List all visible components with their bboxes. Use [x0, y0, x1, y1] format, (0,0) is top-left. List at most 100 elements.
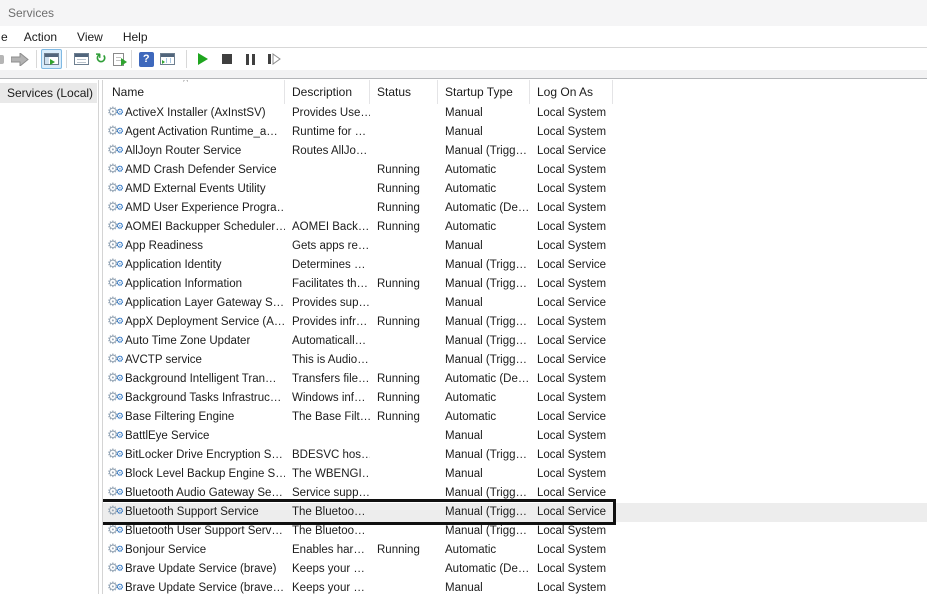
service-description: Runtime for …: [285, 123, 370, 142]
pause-service-icon: [246, 54, 255, 65]
service-name: AMD External Events Utility: [125, 180, 266, 199]
column-header-log-on-as[interactable]: Log On As: [530, 80, 613, 104]
service-row[interactable]: ⚙⚙ Application Layer Gateway S… Provides…: [103, 294, 927, 313]
service-name: Application Information: [125, 275, 242, 294]
forward-arrow-icon[interactable]: [8, 49, 32, 69]
service-startup-type: Automatic (De…: [438, 370, 530, 389]
stop-service-button[interactable]: [219, 49, 235, 69]
service-name-cell: ⚙⚙ Application Identity: [103, 256, 285, 275]
help-button[interactable]: ?: [136, 49, 157, 69]
service-row[interactable]: ⚙⚙ Application Identity Determines … Man…: [103, 256, 927, 275]
service-row[interactable]: ⚙⚙ AVCTP service This is Audio… Manual (…: [103, 351, 927, 370]
service-description: Keeps your …: [285, 579, 370, 594]
service-gear-icon: ⚙⚙: [107, 144, 123, 159]
service-startup-type: Manual: [438, 579, 530, 594]
forward-arrow-glyph: [11, 53, 29, 66]
service-gear-icon: ⚙⚙: [107, 429, 123, 444]
service-row[interactable]: ⚙⚙ ActiveX Installer (AxInstSV) Provides…: [103, 104, 927, 123]
service-description: Facilitates th…: [285, 275, 370, 294]
menu-action[interactable]: Action: [14, 27, 67, 47]
service-startup-type: Automatic: [438, 541, 530, 560]
column-header-description[interactable]: Description: [285, 80, 370, 104]
pause-service-button[interactable]: [243, 49, 258, 69]
service-name-cell: ⚙⚙ BattlEye Service: [103, 427, 285, 446]
service-row[interactable]: ⚙⚙ Base Filtering Engine The Base Filt… …: [103, 408, 927, 427]
service-name-cell: ⚙⚙ BitLocker Drive Encryption S…: [103, 446, 285, 465]
service-row[interactable]: ⚙⚙ Brave Update Service (brave) Keeps yo…: [103, 560, 927, 579]
service-row[interactable]: ⚙⚙ Bluetooth Support Service The Bluetoo…: [103, 503, 927, 522]
service-status: Running: [370, 199, 438, 218]
export-list-button[interactable]: [110, 49, 127, 69]
refresh-button[interactable]: ↻: [92, 49, 110, 69]
help-icon: ?: [139, 52, 154, 67]
service-gear-icon: ⚙⚙: [107, 334, 123, 349]
toolbar-separator: [36, 50, 37, 68]
tree-item-services-local[interactable]: Services (Local): [0, 83, 97, 103]
service-status: [370, 104, 438, 123]
service-row[interactable]: ⚙⚙ Background Intelligent Tran… Transfer…: [103, 370, 927, 389]
menu-file-partial[interactable]: e: [0, 27, 14, 47]
service-row[interactable]: ⚙⚙ Application Information Facilitates t…: [103, 275, 927, 294]
menu-view[interactable]: View: [67, 27, 113, 47]
service-name: ActiveX Installer (AxInstSV): [125, 104, 266, 123]
service-name-cell: ⚙⚙ AOMEI Backupper Scheduler…: [103, 218, 285, 237]
service-log-on-as: Local System: [530, 465, 613, 484]
service-name: BattlEye Service: [125, 427, 209, 446]
service-startup-type: Manual: [438, 237, 530, 256]
back-arrow-icon[interactable]: [0, 55, 4, 64]
properties-button[interactable]: [71, 49, 92, 69]
title-bar: Services: [0, 0, 927, 26]
show-action-pane-button[interactable]: [157, 49, 178, 69]
restart-service-icon: [267, 53, 282, 65]
column-header-status[interactable]: Status: [370, 80, 438, 104]
service-row[interactable]: ⚙⚙ App Readiness Gets apps re… Manual Lo…: [103, 237, 927, 256]
service-gear-icon: ⚙⚙: [107, 467, 123, 482]
service-log-on-as: Local System: [530, 237, 613, 256]
service-description: BDESVC hos…: [285, 446, 370, 465]
service-row[interactable]: ⚙⚙ AOMEI Backupper Scheduler… AOMEI Back…: [103, 218, 927, 237]
service-log-on-as: Local System: [530, 180, 613, 199]
service-description: [285, 161, 370, 180]
service-row[interactable]: ⚙⚙ BattlEye Service Manual Local System: [103, 427, 927, 446]
service-name: Background Intelligent Tran…: [125, 370, 277, 389]
service-startup-type: Manual: [438, 294, 530, 313]
column-header-startup-type[interactable]: Startup Type: [438, 80, 530, 104]
service-startup-type: Manual (Trigg…: [438, 522, 530, 541]
column-header-name-label: Name: [112, 85, 144, 99]
service-description: Enables har…: [285, 541, 370, 560]
stop-service-icon: [222, 54, 232, 64]
service-startup-type: Automatic: [438, 408, 530, 427]
service-row[interactable]: ⚙⚙ Auto Time Zone Updater Automaticall… …: [103, 332, 927, 351]
service-row[interactable]: ⚙⚙ AMD User Experience Progra… Running A…: [103, 199, 927, 218]
service-description: Windows inf…: [285, 389, 370, 408]
service-description: The Bluetoo…: [285, 503, 370, 522]
menu-help[interactable]: Help: [113, 27, 158, 47]
service-row[interactable]: ⚙⚙ Agent Activation Runtime_a… Runtime f…: [103, 123, 927, 142]
service-row[interactable]: ⚙⚙ AMD External Events Utility Running A…: [103, 180, 927, 199]
service-gear-icon: ⚙⚙: [107, 125, 123, 140]
service-name: Base Filtering Engine: [125, 408, 234, 427]
service-row[interactable]: ⚙⚙ Background Tasks Infrastruc… Windows …: [103, 389, 927, 408]
service-row[interactable]: ⚙⚙ Bonjour Service Enables har… Running …: [103, 541, 927, 560]
service-name-cell: ⚙⚙ Block Level Backup Engine S…: [103, 465, 285, 484]
service-status: [370, 560, 438, 579]
service-status: [370, 484, 438, 503]
service-gear-icon: ⚙⚙: [107, 410, 123, 425]
column-header-name[interactable]: Name ^: [103, 80, 285, 104]
service-name-cell: ⚙⚙ AMD Crash Defender Service: [103, 161, 285, 180]
service-row[interactable]: ⚙⚙ AppX Deployment Service (A… Provides …: [103, 313, 927, 332]
start-service-button[interactable]: [195, 49, 211, 69]
service-row[interactable]: ⚙⚙ AllJoyn Router Service Routes AllJo… …: [103, 142, 927, 161]
service-row[interactable]: ⚙⚙ Bluetooth User Support Serv… The Blue…: [103, 522, 927, 541]
show-console-tree-button[interactable]: [41, 49, 62, 69]
service-row[interactable]: ⚙⚙ AMD Crash Defender Service Running Au…: [103, 161, 927, 180]
service-name: Agent Activation Runtime_a…: [125, 123, 278, 142]
service-row[interactable]: ⚙⚙ Brave Update Service (brave… Keeps yo…: [103, 579, 927, 594]
service-row[interactable]: ⚙⚙ BitLocker Drive Encryption S… BDESVC …: [103, 446, 927, 465]
service-gear-icon: ⚙⚙: [107, 391, 123, 406]
restart-service-button[interactable]: [264, 49, 285, 69]
service-row[interactable]: ⚙⚙ Block Level Backup Engine S… The WBEN…: [103, 465, 927, 484]
service-row[interactable]: ⚙⚙ Bluetooth Audio Gateway Se… Service s…: [103, 484, 927, 503]
toolbar-separator: [186, 50, 187, 68]
service-status: [370, 142, 438, 161]
